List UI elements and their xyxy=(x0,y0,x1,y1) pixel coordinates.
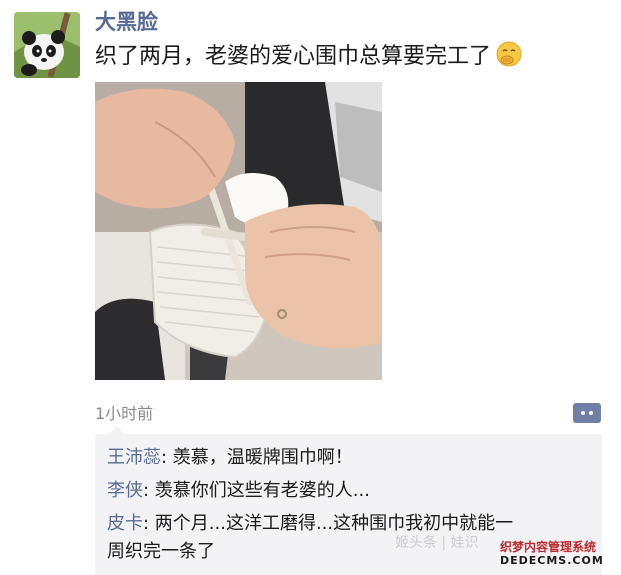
moments-post: 大黑脸 织了两月，老婆的爱心围巾总算要完工了 1小时前 王沛蕊: 羡慕，温暖牌围… xyxy=(0,0,621,575)
watermark-text: 姬头条 | 娃识 xyxy=(395,535,479,551)
post-text-content: 织了两月，老婆的爱心围巾总算要完工了 xyxy=(95,44,492,69)
comment-text: 周织完一条了 xyxy=(107,541,215,562)
avatar[interactable] xyxy=(14,12,80,78)
comment-text: : 两个月...这洋工磨得...这种围巾我初中就能一 xyxy=(143,513,514,534)
watermark-logo: 织梦内容管理系统 DEDECMS.COM xyxy=(500,540,618,570)
username[interactable]: 大黑脸 xyxy=(95,8,158,36)
post-text: 织了两月，老婆的爱心围巾总算要完工了 xyxy=(95,40,523,72)
comment-item[interactable]: 王沛蕊: 羡慕，温暖牌围巾啊！ xyxy=(107,444,597,472)
watermark-logo-line2: DEDECMS.COM xyxy=(500,554,604,567)
comment-text: : 羡慕你们这些有老婆的人... xyxy=(143,480,370,501)
post-photo[interactable] xyxy=(95,82,382,380)
comment-author[interactable]: 皮卡 xyxy=(107,513,143,534)
comment-author[interactable]: 李侠 xyxy=(107,480,143,501)
post-timestamp: 1小时前 xyxy=(95,404,154,423)
watermark-logo-line1: 织梦内容管理系统 xyxy=(500,540,597,554)
comment-item[interactable]: 李侠: 羡慕你们这些有老婆的人... xyxy=(107,477,597,505)
face-with-hand-over-mouth-icon xyxy=(495,40,523,68)
dot-icon xyxy=(581,411,585,415)
comment-item[interactable]: 皮卡: 两个月...这洋工磨得...这种围巾我初中就能一 xyxy=(107,510,597,538)
more-options-button[interactable] xyxy=(573,403,601,423)
comment-text: : 羡慕，温暖牌围巾啊！ xyxy=(161,447,353,468)
comment-author[interactable]: 王沛蕊 xyxy=(107,447,161,468)
dot-icon xyxy=(589,411,593,415)
